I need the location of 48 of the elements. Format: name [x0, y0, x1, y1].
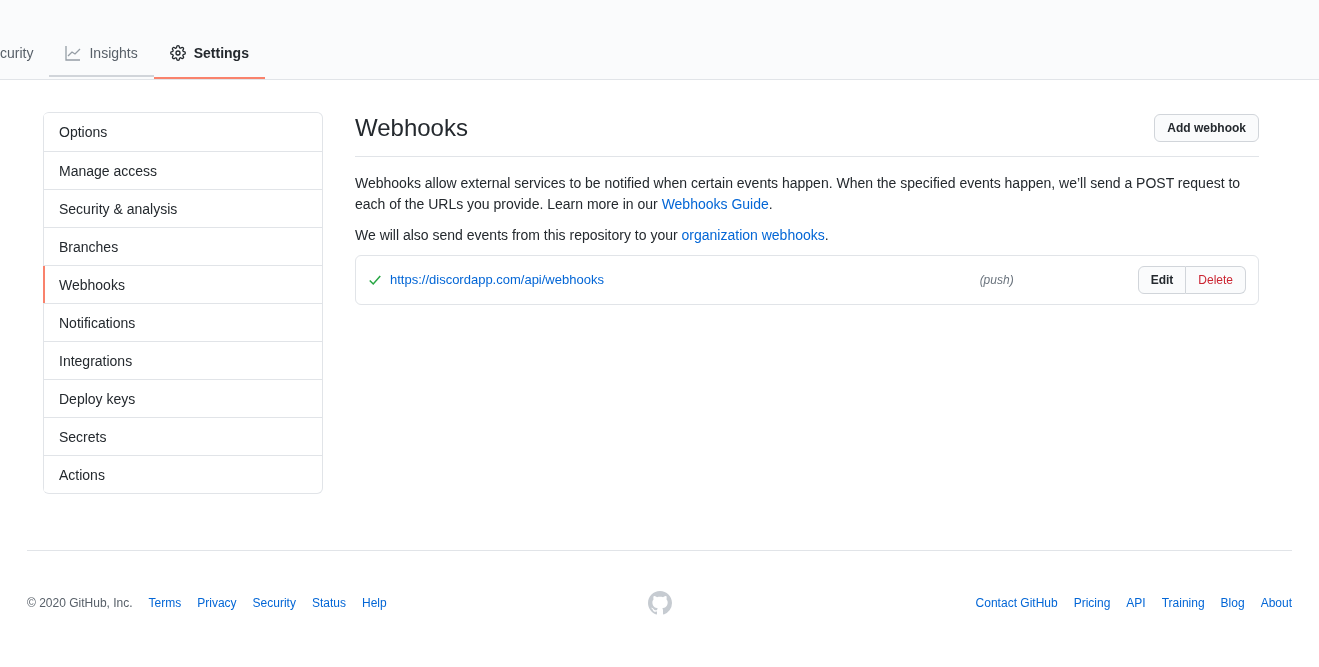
webhook-url-link[interactable]: https://discordapp.com/api/webhooks — [390, 270, 604, 290]
sidebar-item[interactable]: Security & analysis — [43, 189, 322, 227]
organization-link[interactable]: organization webhooks — [681, 227, 825, 243]
footer-link[interactable]: Pricing — [1073, 595, 1111, 611]
footer-link[interactable]: Training — [1161, 595, 1205, 611]
sidebar-item[interactable]: Actions — [43, 455, 322, 493]
sidebar-item-label: Secrets — [59, 427, 107, 447]
sidebar-item-label: Actions — [59, 465, 105, 485]
footer-link[interactable]: Terms — [148, 595, 182, 611]
sidebar-item[interactable]: Secrets — [43, 417, 322, 455]
delete-button[interactable]: Delete — [1186, 266, 1246, 294]
footer-link[interactable]: API — [1126, 595, 1146, 611]
footer-link[interactable]: Security — [252, 595, 296, 611]
footer-link[interactable]: About — [1260, 595, 1292, 611]
sidebar-item-label: Manage access — [59, 161, 158, 181]
sidebar-item-label: Options — [59, 123, 108, 142]
footer-link[interactable]: Contact GitHub — [975, 595, 1058, 611]
sidebar-item[interactable]: Options — [43, 113, 322, 151]
add-webhook-button[interactable]: Add webhook — [1154, 114, 1259, 142]
sidebar-item[interactable]: Deploy keys — [43, 379, 322, 417]
webhook-events: (push) — [979, 272, 1014, 288]
repo-tab[interactable]: Insights — [49, 29, 154, 79]
sidebar-item-label: Deploy keys — [59, 389, 136, 409]
footer-link[interactable]: Privacy — [197, 595, 237, 611]
footer-link[interactable]: Help — [361, 595, 387, 611]
footer-link[interactable]: Status — [311, 595, 346, 611]
footer-link[interactable]: Blog — [1220, 595, 1245, 611]
guide-link[interactable]: Webhooks Guide — [661, 196, 769, 212]
sidebar-item-label: Branches — [59, 237, 119, 257]
repo-tab[interactable]: Settings — [153, 29, 265, 79]
sidebar-item[interactable]: Webhooks — [43, 265, 322, 303]
description-text: Webhooks allow external services to be notified when certain events happen. When the specified events happen, we’ll send a POST request to each of the URLs you provide. Learn more in our Webhooks Guide. — [355, 174, 1242, 214]
repo-tab[interactable]: curity — [0, 29, 50, 79]
sidebar-item[interactable]: Branches — [43, 227, 322, 265]
page-title: Webhooks — [355, 113, 468, 143]
sidebar-item-label: Webhooks — [59, 275, 125, 295]
sidebar-item-label: Notifications — [59, 313, 136, 333]
sidebar-item[interactable]: Manage access — [43, 151, 322, 189]
graph-icon — [65, 45, 82, 61]
sidebar-item[interactable]: Notifications — [43, 303, 322, 341]
sidebar-item[interactable]: Integrations — [43, 341, 322, 379]
sidebar-item-label: Security & analysis — [59, 199, 178, 219]
copyright-text: © 2020 GitHub, Inc. — [27, 595, 133, 611]
octocat-logo-icon[interactable] — [647, 591, 672, 615]
note-text: We will also send events from this repository to your organization webhooks. — [355, 226, 830, 245]
settings-icon — [169, 45, 186, 61]
edit-button[interactable]: Edit — [1137, 266, 1187, 294]
sidebar-item-label: Integrations — [59, 351, 133, 371]
